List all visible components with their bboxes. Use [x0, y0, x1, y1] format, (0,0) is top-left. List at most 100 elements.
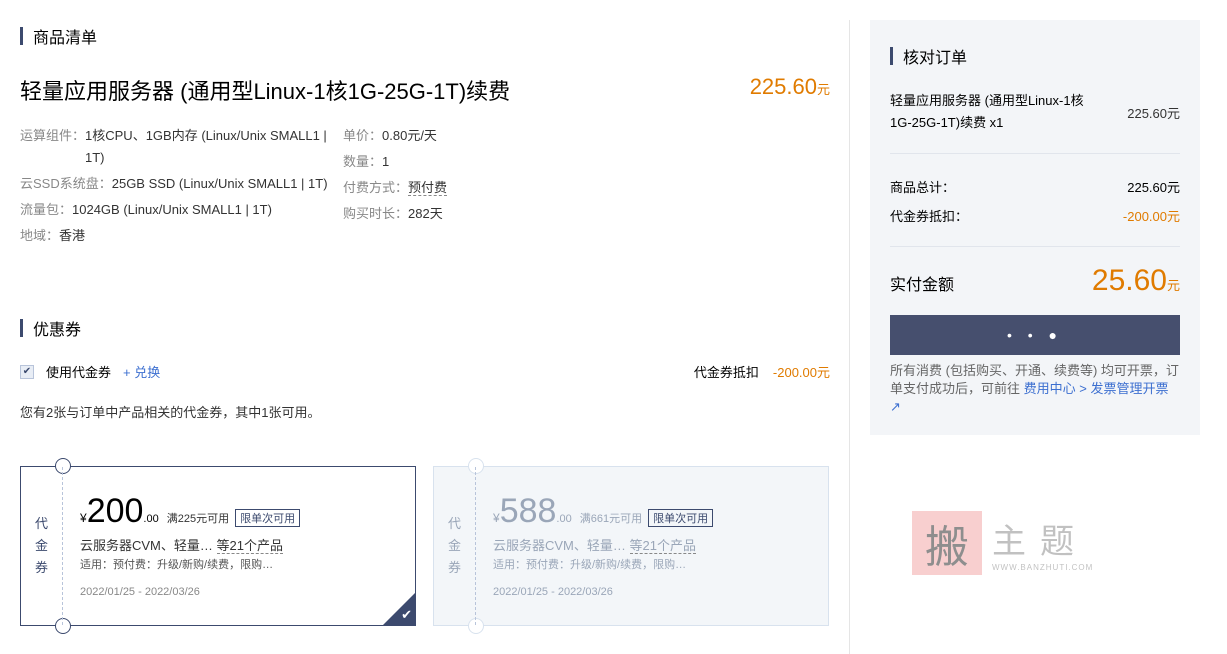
spec-value: 香港 — [59, 228, 86, 243]
coupon-stub-char: 代 — [34, 516, 48, 531]
spec-value: 282天 — [408, 206, 443, 221]
product-list-title: 商品清单 — [33, 30, 98, 47]
spec-key: 购买时长： — [343, 206, 409, 221]
product-name: 轻量应用服务器 (通用型Linux-1核1G-25G-1T)续费 — [20, 79, 511, 104]
total-label: 商品总计： — [890, 180, 956, 195]
pay-total-row: 实付金额 25.60元 — [890, 264, 1180, 298]
coupon-card-selected[interactable]: 代 金 券 ¥ 200 .00 满225元可用 限单次可用 云服务器CVM、轻量… — [20, 458, 416, 634]
spec-value: 1核CPU、1GB内存 (Linux/Unix SMALL1 | 1T) — [85, 128, 327, 165]
watermark-url: WWW.BANZHUTI.COM — [992, 563, 1094, 572]
coupon-heading: 优惠券 — [20, 316, 81, 340]
coupon-notice: 您有2张与订单中产品相关的代金券，其中1张可用。 — [20, 405, 321, 420]
coupon-title: 优惠券 — [33, 322, 82, 339]
main-panel: 商品清单 轻量应用服务器 (通用型Linux-1核1G-25G-1T)续费 22… — [20, 0, 830, 654]
coupon-stub-char: 金 — [447, 538, 461, 553]
coupon-stub-char: 券 — [34, 560, 48, 575]
payment-method-text[interactable]: 预付费 — [408, 180, 448, 196]
order-summary-panel: 核对订单 轻量应用服务器 (通用型Linux-1核1G-25G-1T)续费 x1… — [870, 20, 1200, 435]
spec-row: 运算组件： 1核CPU、1GB内存 (Linux/Unix SMALL1 | 1… — [20, 125, 330, 169]
spec-key: 地域： — [20, 228, 60, 243]
coupon-body: ¥ 200 .00 满225元可用 限单次可用 云服务器CVM、轻量… 等21个… — [80, 491, 405, 598]
spec-row: 购买时长： 282天 — [343, 203, 543, 225]
coupon-deduct-summary-label: 代金券抵扣： — [890, 209, 969, 224]
spec-value: 1024GB (Linux/Unix SMALL1 | 1T) — [72, 202, 272, 217]
spec-row: 云SSD系统盘： 25GB SSD (Linux/Unix SMALL1 | 1… — [20, 173, 330, 195]
coupon-stub: 代 金 券 — [434, 467, 476, 625]
coupon-limit-tag: 限单次可用 — [235, 509, 301, 527]
order-summary-title: 核对订单 — [903, 50, 968, 67]
coupon-products-text: 云服务器CVM、轻量… — [80, 538, 213, 553]
order-summary-heading: 核对订单 — [890, 44, 967, 68]
spec-key: 流量包： — [20, 202, 73, 217]
pay-amount-value: 25.60 — [1091, 264, 1167, 297]
coupon-condition: 满225元可用 — [166, 513, 230, 525]
heading-bar — [890, 47, 893, 65]
total-value: 225.60元 — [1127, 180, 1180, 195]
coupon-deduct-label: 代金券抵扣 — [693, 365, 759, 380]
heading-bar — [20, 27, 23, 45]
order-item-name: 轻量应用服务器 (通用型Linux-1核1G-25G-1T)续费 x1 — [890, 93, 1084, 130]
pay-button[interactable]: • • ● — [890, 315, 1180, 355]
product-price: 225.60元 — [750, 74, 830, 100]
product-price-unit: 元 — [816, 82, 830, 97]
use-coupon-checkbox[interactable]: ✔ — [20, 364, 34, 379]
check-icon: ✔ — [401, 607, 412, 622]
spec-value: 1 — [382, 154, 390, 169]
coupon-amount: 588 — [499, 492, 557, 530]
pay-amount: 25.60元 — [1092, 264, 1180, 298]
coupon-stub: 代 金 券 — [21, 467, 63, 625]
spec-row: 地域： 香港 — [20, 225, 330, 247]
coupon-card-unavailable: 代 金 券 ¥ 588 .00 满661元可用 限单次可用 云服务器CVM、轻量… — [433, 458, 829, 634]
spec-key: 运算组件： — [20, 128, 86, 143]
coupon-limit-tag: 限单次可用 — [648, 509, 714, 527]
use-coupon-label[interactable]: 使用代金券 — [46, 362, 111, 381]
coupon-decimal: .00 — [143, 513, 159, 525]
product-list-heading: 商品清单 — [20, 24, 97, 48]
coupon-products-more[interactable]: 等21个产品 — [216, 538, 283, 554]
divider-line — [890, 153, 1180, 154]
coupon-date: 2022/01/25 - 2022/03/26 — [493, 586, 613, 598]
coupon-products-more[interactable]: 等21个产品 — [629, 538, 696, 554]
site-watermark: 搬 主题 WWW.BANZHUTI.COM — [912, 511, 1093, 575]
redeem-link[interactable]: + 兑换 — [123, 362, 160, 381]
spec-key: 单价： — [343, 128, 383, 143]
spec-key: 付费方式： — [343, 180, 409, 195]
coupon-products-text: 云服务器CVM、轻量… — [493, 538, 626, 553]
spec-value: 0.80元/天 — [382, 128, 437, 143]
spec-row: 流量包： 1024GB (Linux/Unix SMALL1 | 1T) — [20, 199, 330, 221]
spec-row: 数量： 1 — [343, 151, 543, 173]
watermark-text-block: 主题 WWW.BANZHUTI.COM — [992, 514, 1093, 572]
coupon-decimal: .00 — [556, 513, 572, 525]
coupon-apply: 适用：预付费：升级/新购/续费，限购… — [493, 559, 687, 571]
heading-bar — [20, 319, 23, 337]
divider-line — [890, 246, 1180, 247]
payment-method-value[interactable]: 预付费 — [408, 177, 543, 199]
currency-symbol: ¥ — [493, 511, 500, 525]
spec-value: 25GB SSD (Linux/Unix SMALL1 | 1T) — [111, 176, 328, 191]
total-line: 商品总计： 225.60元 — [890, 177, 1180, 196]
order-item-price: 225.60元 — [1127, 105, 1180, 121]
coupon-condition: 满661元可用 — [579, 513, 643, 525]
spec-list-left: 运算组件： 1核CPU、1GB内存 (Linux/Unix SMALL1 | 1… — [20, 125, 330, 251]
coupon-stub-char: 代 — [447, 516, 461, 531]
coupon-line: 代金券抵扣： -200.00元 — [890, 206, 1180, 225]
coupon-stub-char: 金 — [34, 538, 48, 553]
coupon-products: 云服务器CVM、轻量… 等21个产品 — [493, 535, 818, 554]
watermark-text: 主题 — [992, 522, 1088, 562]
coupon-amount-row: ¥ 200 .00 满225元可用 限单次可用 — [80, 491, 405, 531]
coupon-amount: 200 — [86, 492, 144, 530]
spec-row: 单价： 0.80元/天 — [343, 125, 543, 147]
coupon-deduct-value: -200.00元 — [772, 365, 830, 380]
invoice-note: 所有消费 (包括购买、开通、续费等) 均可开票，订单支付成功后，可前往 费用中心… — [890, 362, 1180, 416]
coupon-toggle-row: ✔ 使用代金券 + 兑换 代金券抵扣 -200.00元 — [20, 362, 830, 381]
watermark-seal: 搬 — [912, 511, 982, 575]
spec-key: 云SSD系统盘： — [20, 176, 112, 191]
spec-row: 付费方式： 预付费 — [343, 177, 543, 199]
coupon-amount-row: ¥ 588 .00 满661元可用 限单次可用 — [493, 491, 818, 531]
coupon-date: 2022/01/25 - 2022/03/26 — [80, 586, 200, 598]
coupon-apply: 适用：预付费：升级/新购/续费，限购… — [80, 559, 274, 571]
coupon-stub-char: 券 — [447, 560, 461, 575]
coupon-products: 云服务器CVM、轻量… 等21个产品 — [80, 535, 405, 554]
pay-amount-unit: 元 — [1166, 278, 1180, 293]
spec-list-right: 单价： 0.80元/天 数量： 1 付费方式： 预付费 购买时长： 282天 — [343, 125, 543, 229]
